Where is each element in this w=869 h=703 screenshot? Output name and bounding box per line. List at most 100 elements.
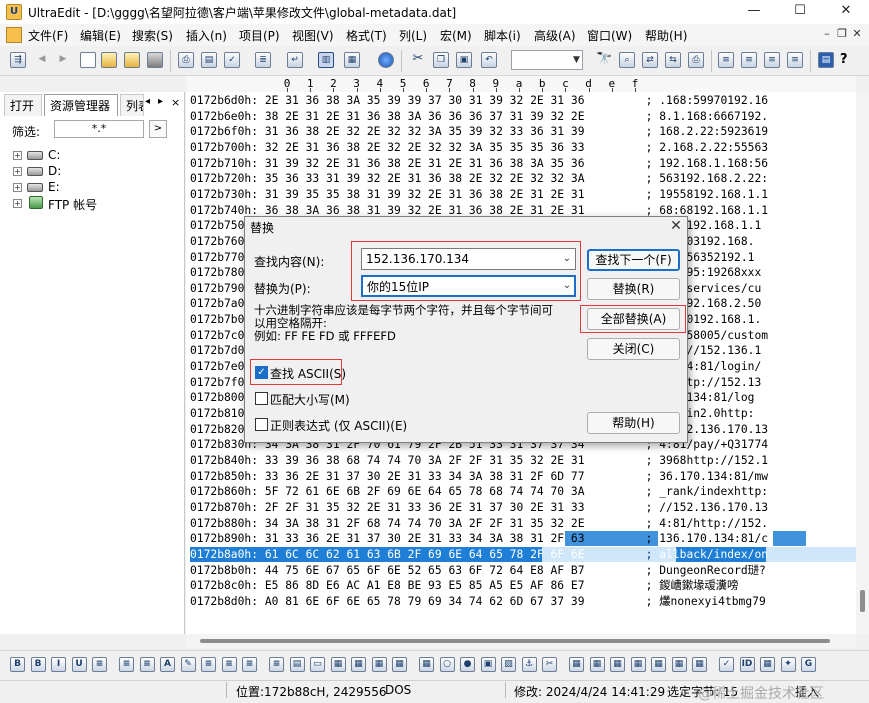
tab-open[interactable]: 打开: [4, 94, 42, 116]
hex-bytes[interactable]: 2F 2F 31 35 32 2E 31 33 36 2E 31 37 30 2…: [265, 500, 639, 516]
expand-icon[interactable]: +: [13, 183, 22, 192]
hex-row[interactable]: 0172b8d0h: A0 81 6E 6F 6E 65 78 79 69 34…: [190, 594, 766, 610]
menu-project[interactable]: 项目(P): [239, 27, 280, 44]
horizontal-scroll-thumb[interactable]: [200, 639, 830, 643]
format-tool-icon[interactable]: ▦: [392, 657, 407, 672]
format-tool-icon[interactable]: ▦: [610, 657, 625, 672]
format-tool-icon[interactable]: ▭: [310, 657, 325, 672]
hex-bytes[interactable]: A0 81 6E 6F 6E 65 78 79 69 34 74 62 6D 6…: [265, 594, 639, 610]
format-tool-icon[interactable]: ▦: [760, 657, 775, 672]
hex-row[interactable]: 0172b8a0h: 61 6C 6C 62 61 63 6B 2F 69 6E…: [190, 547, 768, 563]
hex-ascii-text[interactable]: 4:81/http://152.: [659, 517, 768, 530]
vertical-scrollbar[interactable]: [856, 92, 869, 634]
format-tool-icon[interactable]: ≡: [201, 657, 216, 672]
hex-row[interactable]: 0172b8b0h: 44 75 6E 67 65 6F 6E 52 65 63…: [190, 563, 766, 579]
align-left-icon[interactable]: ≡: [718, 52, 734, 68]
mdi-close-button[interactable]: ✕: [850, 27, 864, 41]
find-what-input[interactable]: 152.136.170.134: [361, 248, 576, 270]
hex-ascii-text[interactable]: 19558192.168.1.1: [659, 188, 768, 201]
format-tool-icon[interactable]: ≡: [221, 657, 237, 672]
format-tool-icon[interactable]: ≡: [139, 657, 155, 672]
hex-bytes[interactable]: 31 39 35 35 38 31 39 32 2E 31 36 38 2E 3…: [265, 187, 639, 203]
hex-row[interactable]: 0172b6f0h: 31 36 38 2E 32 2E 32 32 3A 35…: [190, 124, 768, 140]
tree-item-ftp[interactable]: FTP 帐号: [48, 196, 97, 213]
menu-advanced[interactable]: 高级(A): [534, 27, 576, 44]
menu-column[interactable]: 列(L): [399, 27, 427, 44]
match-case-checkbox[interactable]: [255, 392, 268, 405]
expand-icon[interactable]: +: [13, 199, 22, 208]
chevron-down-icon[interactable]: ⌄: [560, 276, 574, 296]
menu-script[interactable]: 脚本(i): [484, 27, 521, 44]
cut-icon[interactable]: ✂: [410, 52, 426, 68]
file-info-icon[interactable]: ≣: [255, 52, 271, 68]
menu-insert[interactable]: 插入(n): [186, 27, 227, 44]
format-tool-icon[interactable]: ▦: [671, 657, 687, 672]
format-tool-icon[interactable]: ≡: [242, 657, 257, 672]
format-tool-icon[interactable]: ○: [439, 657, 455, 672]
format-tool-icon[interactable]: ▦: [569, 657, 584, 672]
replace-button[interactable]: 替换(R): [587, 278, 680, 300]
format-tool-icon[interactable]: B: [30, 657, 46, 672]
menu-file[interactable]: 文件(F): [28, 27, 68, 44]
hex-ascii-text[interactable]: 8.1.168:6667192.: [659, 110, 768, 123]
expand-icon[interactable]: +: [13, 151, 22, 160]
find-ascii-checkbox[interactable]: ✓: [255, 366, 268, 379]
replace-with-input[interactable]: 你的15位IP: [361, 275, 576, 297]
find-next-button[interactable]: 查找下一个(F): [587, 249, 680, 271]
format-tool-icon[interactable]: ✎: [180, 657, 196, 672]
hex-row[interactable]: 0172b890h: 31 33 36 2E 31 37 30 2E 31 33…: [190, 531, 768, 547]
help-icon[interactable]: ?: [840, 52, 848, 67]
format-tool-icon[interactable]: ✂: [542, 657, 557, 672]
format-tool-icon[interactable]: ▤: [289, 657, 305, 672]
tree-item-drive-d[interactable]: D:: [48, 164, 61, 178]
format-tool-icon[interactable]: ≡: [269, 657, 284, 672]
tree-item-drive-e[interactable]: E:: [48, 180, 60, 194]
hex-row[interactable]: 0172b700h: 32 2E 31 36 38 2E 32 2E 32 32…: [190, 140, 768, 156]
hex-row[interactable]: 0172b860h: 5F 72 61 6E 6B 2F 69 6E 64 65…: [190, 484, 768, 500]
menu-view[interactable]: 视图(V): [292, 27, 334, 44]
replace-all-button[interactable]: 全部替换(A): [587, 308, 680, 330]
format-tool-icon[interactable]: A: [160, 657, 175, 672]
copy-icon[interactable]: ❐: [433, 52, 449, 68]
hex-bytes[interactable]: 5F 72 61 6E 6B 2F 69 6E 64 65 78 68 74 7…: [265, 484, 639, 500]
print-icon[interactable]: ⎙: [178, 52, 194, 68]
close-button[interactable]: ✕: [823, 0, 869, 24]
format-tool-icon[interactable]: ▦: [692, 657, 707, 672]
hex-bytes[interactable]: 32 2E 31 36 38 2E 32 2E 32 32 3A 35 35 3…: [265, 140, 639, 156]
tab-explorer[interactable]: 资源管理器: [44, 94, 118, 116]
format-tool-icon[interactable]: ≡: [92, 657, 107, 672]
hex-bytes[interactable]: 61 6C 6C 62 61 63 6B 2F 69 6E 64 65 78 2…: [265, 547, 639, 563]
format-tool-icon[interactable]: G: [801, 657, 816, 672]
format-tool-icon[interactable]: ▦: [419, 657, 434, 672]
new-file-icon[interactable]: [80, 52, 96, 68]
panel-close-icon[interactable]: ×: [171, 96, 183, 110]
chevron-down-icon[interactable]: ▼: [573, 55, 580, 65]
printer-icon[interactable]: ⎙: [688, 52, 704, 68]
format-tool-icon[interactable]: B: [10, 657, 25, 672]
chevron-down-icon[interactable]: ⌄: [560, 249, 574, 269]
hex-row[interactable]: 0172b720h: 35 36 33 31 39 32 2E 31 36 38…: [190, 171, 768, 187]
format-tool-icon[interactable]: ✓: [719, 657, 734, 672]
hex-ascii-text[interactable]: 563192.168.2.22:: [659, 172, 768, 185]
format-tool-icon[interactable]: U: [71, 657, 87, 672]
menu-window[interactable]: 窗口(W): [587, 27, 632, 44]
vertical-scroll-thumb[interactable]: [860, 590, 865, 612]
format-tool-icon[interactable]: ▦: [589, 657, 605, 672]
hex-row[interactable]: 0172b870h: 2F 2F 31 35 32 2E 31 33 36 2E…: [190, 500, 768, 516]
document-icon[interactable]: [6, 27, 22, 43]
regex-checkbox[interactable]: [255, 418, 268, 431]
tab-list[interactable]: 列表: [120, 94, 144, 116]
menu-format[interactable]: 格式(T): [346, 27, 387, 44]
hex-row[interactable]: 0172b710h: 31 39 32 2E 31 36 38 2E 31 2E…: [190, 156, 768, 172]
hex-ascii-text[interactable]: 3968http://152.1: [659, 454, 768, 467]
hex-bytes[interactable]: 34 3A 38 31 2F 68 74 74 70 3A 2F 2F 31 3…: [265, 516, 639, 532]
hex-mode-icon[interactable]: ▥: [318, 52, 334, 68]
browser-icon[interactable]: [378, 52, 394, 68]
hex-bytes[interactable]: 38 2E 31 2E 31 36 38 3A 36 36 36 37 31 3…: [265, 109, 639, 125]
hex-ascii-text[interactable]: allback/index/on: [659, 548, 768, 561]
align-center-icon[interactable]: ≡: [741, 52, 757, 68]
back-icon[interactable]: ◀: [34, 52, 50, 68]
filter-apply-button[interactable]: >: [149, 120, 167, 138]
hex-row[interactable]: 0172b730h: 31 39 35 35 38 31 39 32 2E 31…: [190, 187, 768, 203]
menu-help[interactable]: 帮助(H): [645, 27, 687, 44]
